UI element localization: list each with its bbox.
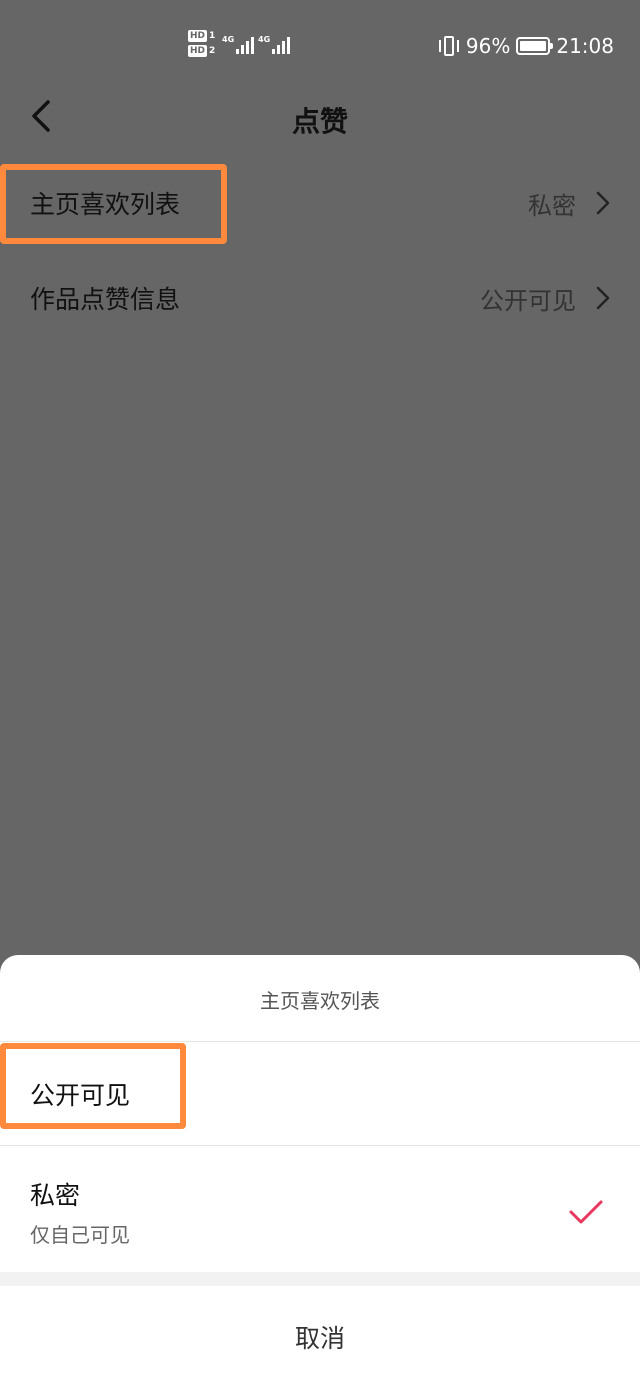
status-right: 96% 21:08 — [438, 34, 614, 58]
check-icon — [569, 1200, 603, 1224]
signal-2: 4G — [258, 35, 291, 54]
signal-1: 4G — [222, 35, 255, 54]
sim1-number: 1 — [209, 31, 216, 41]
setting-value: 公开可见 — [480, 286, 576, 315]
sheet-separator — [0, 1272, 640, 1286]
sim-indicators: HD 1 HD 2 — [188, 30, 215, 57]
setting-row-like-info[interactable]: 作品点赞信息 公开可见 — [0, 268, 640, 328]
chevron-right-icon — [596, 286, 610, 310]
clock: 21:08 — [556, 34, 614, 58]
battery-percent: 96% — [465, 34, 511, 58]
setting-value: 私密 — [528, 191, 576, 220]
chevron-right-icon — [596, 191, 610, 215]
option-description: 仅自己可见 — [30, 1223, 130, 1247]
signal-bars-1-icon — [236, 36, 255, 54]
sim1-hd-badge: HD — [188, 30, 208, 42]
highlight-box-likes-list — [0, 164, 227, 244]
battery-icon — [516, 37, 554, 55]
highlight-box-public — [0, 1043, 186, 1129]
status-bar: HD 1 HD 2 4G 4G 96% 21:08 — [0, 0, 640, 92]
signal-bars-2-icon — [272, 36, 291, 54]
sim2-hd-badge: HD — [188, 45, 208, 57]
setting-label: 作品点赞信息 — [30, 285, 181, 314]
bottom-sheet: 主页喜欢列表 公开可见 私密 仅自己可见 取消 — [0, 955, 640, 1387]
sim2-number: 2 — [209, 46, 216, 56]
option-label: 私密 — [30, 1181, 81, 1210]
network-type-2: 4G — [258, 35, 271, 44]
option-private[interactable]: 私密 仅自己可见 — [0, 1146, 640, 1272]
header: 点赞 — [0, 92, 640, 142]
vibrate-icon — [438, 35, 460, 57]
cancel-button[interactable]: 取消 — [0, 1286, 640, 1387]
page-title: 点赞 — [291, 105, 348, 138]
network-type-1: 4G — [222, 35, 235, 44]
sheet-title: 主页喜欢列表 — [260, 989, 380, 1013]
